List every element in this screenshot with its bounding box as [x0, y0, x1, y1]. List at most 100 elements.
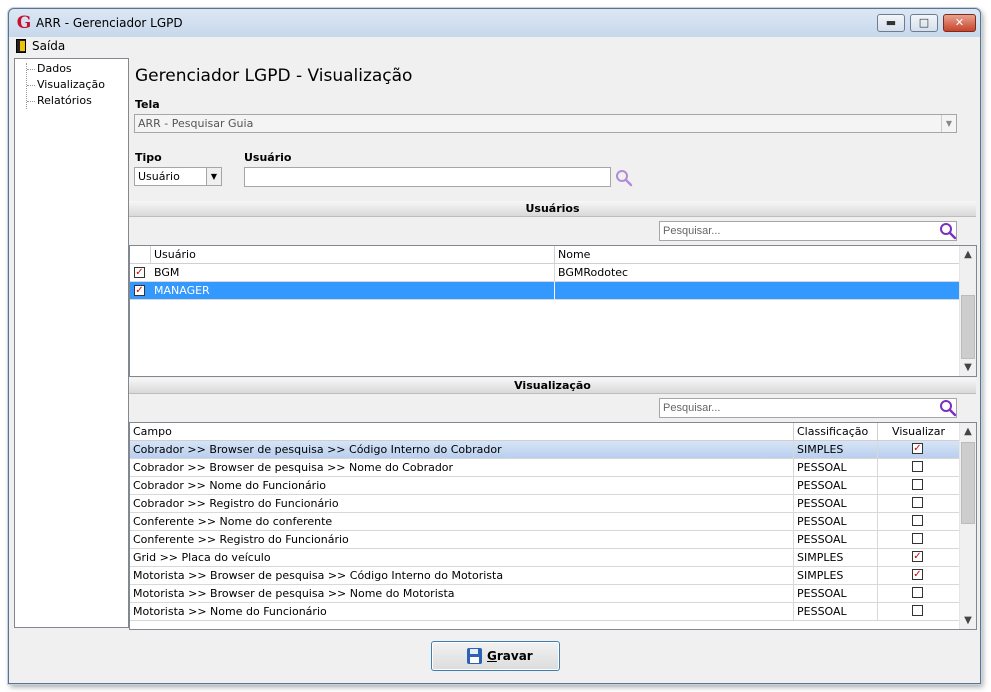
main-content: Gerenciador LGPD - Visualização Tela ARR… — [129, 58, 977, 630]
table-row[interactable]: Cobrador >> Nome do Funcionário PESSOAL — [130, 477, 959, 495]
chevron-down-icon[interactable]: ▼ — [941, 115, 956, 132]
nome-cell: BGMRodotec — [558, 266, 629, 279]
classificacao-cell: PESSOAL — [794, 495, 878, 512]
visualizacao-grid: Campo Classificação Visualizar Cobrador … — [129, 422, 977, 630]
exit-door-icon[interactable] — [16, 39, 26, 53]
minimize-button[interactable]: ▬ — [877, 14, 905, 32]
save-label-rest: ravar — [496, 649, 533, 663]
checkbox-unchecked[interactable] — [912, 461, 923, 472]
classificacao-cell: PESSOAL — [794, 513, 878, 530]
table-row[interactable]: Cobrador >> Browser de pesquisa >> Nome … — [130, 459, 959, 477]
checkbox-checked[interactable]: ✓ — [912, 551, 923, 562]
search-icon[interactable] — [615, 169, 633, 187]
app-window: G ARR - Gerenciador LGPD ▬ □ ✕ Saída Dad… — [8, 8, 981, 684]
column-header-visualizar[interactable]: Visualizar — [878, 423, 959, 441]
checkbox-checked[interactable]: ✓ — [134, 285, 145, 296]
column-header-usuario[interactable]: Usuário — [151, 246, 555, 264]
classificacao-cell: SIMPLES — [794, 441, 878, 458]
visualizar-cell — [878, 495, 959, 512]
nome-cell — [555, 282, 959, 299]
scroll-up-icon[interactable]: ▲ — [960, 246, 976, 263]
nav-item-visualizacao[interactable]: Visualização — [37, 78, 105, 91]
scroll-up-icon[interactable]: ▲ — [960, 423, 976, 440]
classificacao-cell: PESSOAL — [794, 603, 878, 620]
campo-cell: Cobrador >> Browser de pesquisa >> Nome … — [130, 459, 794, 476]
table-row[interactable]: Motorista >> Browser de pesquisa >> Nome… — [130, 585, 959, 603]
usuarios-grid: Usuário Nome ✓ BGM BGMRodotec ✓ MANAGER … — [129, 245, 977, 377]
table-row[interactable]: Motorista >> Nome do Funcionário PESSOAL — [130, 603, 959, 621]
visualizacao-scrollbar[interactable]: ▲ ▼ — [959, 423, 976, 629]
usuario-cell: BGM — [151, 264, 555, 281]
checkbox-unchecked[interactable] — [912, 497, 923, 508]
navigation-tree: Dados Visualização Relatórios — [14, 58, 129, 628]
visualizar-cell — [878, 585, 959, 602]
table-row[interactable]: ✓ BGM BGMRodotec — [130, 264, 959, 282]
classificacao-cell: PESSOAL — [794, 459, 878, 476]
chevron-down-icon[interactable]: ▼ — [206, 168, 221, 185]
visualizar-cell — [878, 513, 959, 530]
checkbox-unchecked[interactable] — [912, 515, 923, 526]
checkbox-checked[interactable]: ✓ — [912, 443, 923, 454]
table-row-selected[interactable]: ✓ MANAGER — [130, 282, 959, 300]
checkbox-checked[interactable]: ✓ — [912, 569, 923, 580]
column-header-classificacao[interactable]: Classificação — [794, 423, 878, 441]
table-row-selected[interactable]: Cobrador >> Browser de pesquisa >> Códig… — [130, 441, 959, 459]
page-title: Gerenciador LGPD - Visualização — [135, 66, 413, 86]
scrollbar-thumb[interactable] — [961, 295, 975, 359]
table-row[interactable]: Conferente >> Registro do Funcionário PE… — [130, 531, 959, 549]
classificacao-cell: PESSOAL — [794, 531, 878, 548]
usuarios-scrollbar[interactable]: ▲ ▼ — [959, 246, 976, 376]
menu-item-exit[interactable]: Saída — [32, 39, 65, 53]
visualizar-cell: ✓ — [878, 549, 959, 566]
checkbox-unchecked[interactable] — [912, 587, 923, 598]
tela-select[interactable]: ARR - Pesquisar Guia ▼ — [134, 114, 957, 133]
scrollbar-thumb[interactable] — [961, 442, 975, 524]
column-header-campo[interactable]: Campo — [130, 423, 794, 441]
visualizar-cell: ✓ — [878, 567, 959, 584]
nav-item-dados[interactable]: Dados — [37, 62, 72, 75]
checkbox-unchecked[interactable] — [912, 533, 923, 544]
usuarios-section-header: Usuários — [129, 201, 976, 217]
column-header-nome[interactable]: Nome — [555, 246, 959, 264]
classificacao-cell: PESSOAL — [794, 585, 878, 602]
campo-cell: Conferente >> Registro do Funcionário — [130, 531, 794, 548]
visualizacao-search-input[interactable] — [659, 398, 957, 418]
checkbox-unchecked[interactable] — [912, 479, 923, 490]
window-title: ARR - Gerenciador LGPD — [36, 16, 183, 30]
table-row[interactable]: Motorista >> Browser de pesquisa >> Códi… — [130, 567, 959, 585]
usuarios-search-input[interactable] — [659, 221, 957, 241]
save-button-label: Gravar — [487, 649, 533, 663]
tree-connector — [27, 69, 35, 70]
tela-label: Tela — [135, 98, 160, 111]
usuario-input[interactable] — [244, 167, 611, 187]
tipo-select-value: Usuário — [138, 170, 180, 183]
campo-cell: Cobrador >> Registro do Funcionário — [130, 495, 794, 512]
classificacao-cell: SIMPLES — [794, 567, 878, 584]
check-column-header — [130, 246, 151, 264]
search-icon[interactable] — [939, 222, 957, 240]
visualizar-cell — [878, 477, 959, 494]
visualizar-cell: ✓ — [878, 441, 959, 458]
nav-item-relatorios[interactable]: Relatórios — [37, 94, 92, 107]
visualizar-cell — [878, 459, 959, 476]
search-icon[interactable] — [939, 399, 957, 417]
usuario-cell: MANAGER — [151, 282, 555, 299]
table-row[interactable]: Conferente >> Nome do conferente PESSOAL — [130, 513, 959, 531]
scroll-down-icon[interactable]: ▼ — [960, 612, 976, 629]
classificacao-cell: PESSOAL — [794, 477, 878, 494]
table-row[interactable]: Cobrador >> Registro do Funcionário PESS… — [130, 495, 959, 513]
scroll-down-icon[interactable]: ▼ — [960, 359, 976, 376]
classificacao-cell: SIMPLES — [794, 549, 878, 566]
tipo-label: Tipo — [135, 151, 162, 164]
campo-cell: Cobrador >> Browser de pesquisa >> Códig… — [130, 441, 794, 458]
save-accesskey: G — [487, 649, 497, 663]
save-button[interactable]: Gravar — [431, 641, 560, 671]
menu-bar: Saída — [9, 37, 980, 55]
checkbox-unchecked[interactable] — [912, 605, 923, 616]
campo-cell: Motorista >> Browser de pesquisa >> Códi… — [130, 567, 794, 584]
checkbox-checked[interactable]: ✓ — [134, 267, 145, 278]
close-button[interactable]: ✕ — [943, 14, 976, 32]
tipo-select[interactable]: Usuário ▼ — [134, 167, 222, 186]
table-row[interactable]: Grid >> Placa do veículo SIMPLES ✓ — [130, 549, 959, 567]
maximize-button[interactable]: □ — [910, 14, 938, 32]
